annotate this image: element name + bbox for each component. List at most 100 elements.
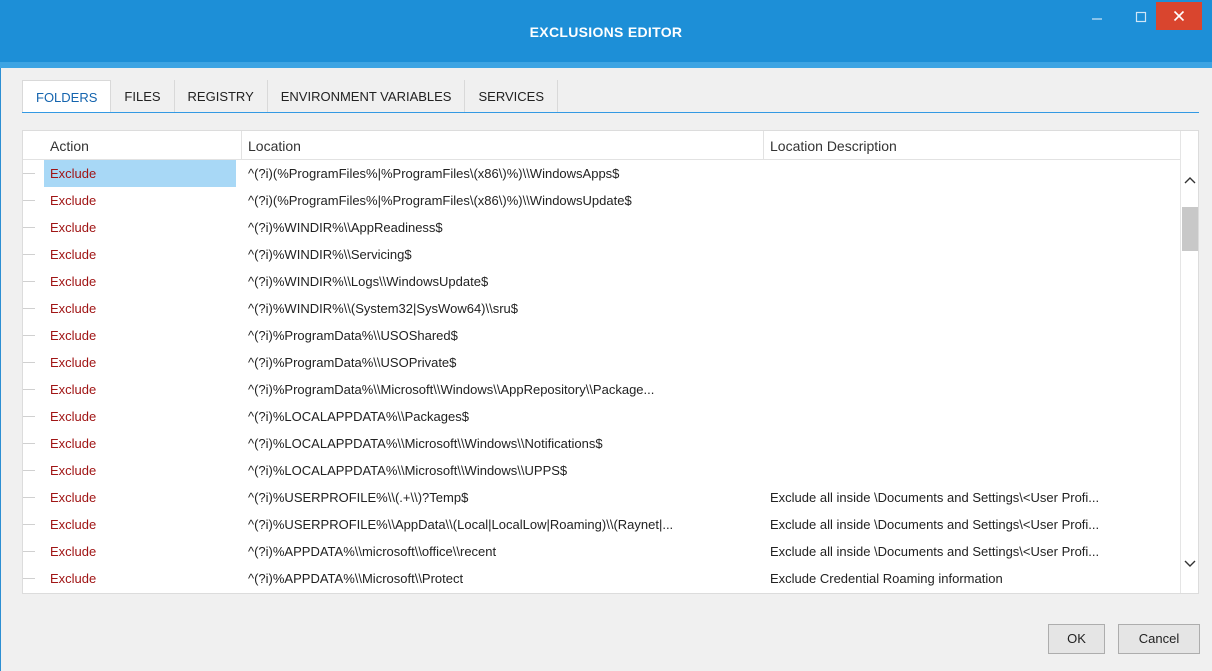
cell-action[interactable]: Exclude	[44, 349, 236, 376]
minimize-icon	[1092, 18, 1102, 20]
cell-location[interactable]: ^(?i)%USERPROFILE%\\AppData\\(Local|Loca…	[242, 511, 760, 538]
vertical-scrollbar[interactable]	[1180, 131, 1198, 593]
cancel-button[interactable]: Cancel	[1118, 624, 1200, 654]
table-row[interactable]: Exclude ^(?i)%ProgramData%\\USOShared$	[23, 322, 1180, 349]
cell-location-description[interactable]	[764, 214, 1178, 241]
cell-action[interactable]: Exclude	[44, 241, 236, 268]
close-icon	[1173, 10, 1185, 22]
cell-location-description[interactable]	[764, 295, 1178, 322]
tab-underline	[22, 112, 1199, 113]
row-gutter	[23, 416, 35, 417]
cell-location-description[interactable]	[764, 241, 1178, 268]
cell-action[interactable]: Exclude	[44, 160, 236, 187]
column-header-action[interactable]: Action	[44, 131, 242, 159]
cell-location-description[interactable]	[764, 349, 1178, 376]
scrollbar-thumb[interactable]	[1182, 207, 1198, 251]
row-gutter	[23, 335, 35, 336]
cell-location[interactable]: ^(?i)%ProgramData%\\Microsoft\\Windows\\…	[242, 376, 760, 403]
row-gutter	[23, 524, 35, 525]
cell-location-description[interactable]	[764, 430, 1178, 457]
cell-action[interactable]: Exclude	[44, 295, 236, 322]
table-row[interactable]: Exclude ^(?i)%ProgramData%\\USOPrivate$	[23, 349, 1180, 376]
chevron-down-icon[interactable]	[1184, 559, 1196, 569]
cell-location-description[interactable]: Exclude Credential Roaming information	[764, 565, 1178, 592]
cell-location-description[interactable]	[764, 376, 1178, 403]
cell-action[interactable]: Exclude	[44, 376, 236, 403]
table-row[interactable]: Exclude ^(?i)%LOCALAPPDATA%\\Packages$	[23, 403, 1180, 430]
cell-location[interactable]: ^(?i)%APPDATA%\\Microsoft\\Protect	[242, 565, 760, 592]
column-header-location[interactable]: Location	[242, 131, 764, 159]
cell-action[interactable]: Exclude	[44, 322, 236, 349]
column-header-location-description[interactable]: Location Description	[764, 131, 1180, 159]
cell-action[interactable]: Exclude	[44, 268, 236, 295]
table-row[interactable]: Exclude ^(?i)%WINDIR%\\Servicing$	[23, 241, 1180, 268]
cell-location[interactable]: ^(?i)(%ProgramFiles%|%ProgramFiles\(x86\…	[242, 160, 760, 187]
title-bar: EXCLUSIONS EDITOR	[0, 0, 1212, 62]
tab-environment-variables[interactable]: ENVIRONMENT VARIABLES	[267, 80, 466, 112]
window-title: EXCLUSIONS EDITOR	[529, 24, 683, 40]
cell-location-description[interactable]	[764, 268, 1178, 295]
cell-location[interactable]: ^(?i)%ProgramData%\\USOShared$	[242, 322, 760, 349]
cell-location[interactable]: ^(?i)%USERPROFILE%\\(.+\\)?Temp$	[242, 484, 760, 511]
table-row[interactable]: Exclude ^(?i)(%ProgramFiles%|%ProgramFile…	[23, 187, 1180, 214]
row-gutter	[23, 497, 35, 498]
grid-rows: Exclude ^(?i)(%ProgramFiles%|%ProgramFile…	[23, 160, 1180, 592]
cell-action[interactable]: Exclude	[44, 511, 236, 538]
title-accent-strip	[0, 62, 1212, 68]
cell-location-description[interactable]	[764, 403, 1178, 430]
table-row[interactable]: Exclude ^(?i)(%ProgramFiles%|%ProgramFile…	[23, 160, 1180, 187]
chevron-up-icon[interactable]	[1184, 175, 1196, 185]
minimize-button[interactable]	[1078, 2, 1116, 32]
cell-action[interactable]: Exclude	[44, 430, 236, 457]
row-gutter	[23, 200, 35, 201]
exclusions-grid: Action Location Location Description Exc…	[22, 130, 1199, 594]
table-row[interactable]: Exclude ^(?i)%APPDATA%\\Microsoft\\Protec…	[23, 565, 1180, 592]
cell-location[interactable]: ^(?i)%ProgramData%\\USOPrivate$	[242, 349, 760, 376]
tab-registry[interactable]: REGISTRY	[174, 80, 268, 112]
cell-location[interactable]: ^(?i)%LOCALAPPDATA%\\Microsoft\\Windows\…	[242, 457, 760, 484]
cell-location-description[interactable]	[764, 160, 1178, 187]
tab-folders[interactable]: FOLDERS	[22, 80, 112, 113]
cell-location[interactable]: ^(?i)%LOCALAPPDATA%\\Microsoft\\Windows\…	[242, 430, 760, 457]
cell-location-description[interactable]: Exclude all inside \Documents and Settin…	[764, 511, 1178, 538]
cell-location-description[interactable]	[764, 187, 1178, 214]
table-row[interactable]: Exclude ^(?i)%APPDATA%\\microsoft\\office…	[23, 538, 1180, 565]
cell-location[interactable]: ^(?i)%WINDIR%\\(System32|SysWow64)\\sru$	[242, 295, 760, 322]
tab-services[interactable]: SERVICES	[465, 80, 558, 112]
table-row[interactable]: Exclude ^(?i)%WINDIR%\\(System32|SysWow64…	[23, 295, 1180, 322]
cell-location[interactable]: ^(?i)%WINDIR%\\Logs\\WindowsUpdate$	[242, 268, 760, 295]
row-gutter	[23, 281, 35, 282]
cell-action[interactable]: Exclude	[44, 214, 236, 241]
window-left-border	[0, 68, 1, 671]
ok-button[interactable]: OK	[1048, 624, 1105, 654]
cell-location[interactable]: ^(?i)%APPDATA%\\microsoft\\office\\recen…	[242, 538, 760, 565]
cell-location[interactable]: ^(?i)%LOCALAPPDATA%\\Packages$	[242, 403, 760, 430]
cell-action[interactable]: Exclude	[44, 538, 236, 565]
row-gutter	[23, 470, 35, 471]
table-row[interactable]: Exclude ^(?i)%LOCALAPPDATA%\\Microsoft\\W…	[23, 457, 1180, 484]
cell-action[interactable]: Exclude	[44, 565, 236, 592]
table-row[interactable]: Exclude ^(?i)%USERPROFILE%\\AppData\\(Loc…	[23, 511, 1180, 538]
cell-action[interactable]: Exclude	[44, 187, 236, 214]
maximize-button[interactable]	[1124, 2, 1158, 32]
cell-location[interactable]: ^(?i)%WINDIR%\\Servicing$	[242, 241, 760, 268]
cell-location-description[interactable]: Exclude all inside \Documents and Settin…	[764, 538, 1178, 565]
table-row[interactable]: Exclude ^(?i)%USERPROFILE%\\(.+\\)?Temp$ E…	[23, 484, 1180, 511]
table-row[interactable]: Exclude ^(?i)%WINDIR%\\AppReadiness$	[23, 214, 1180, 241]
cell-action[interactable]: Exclude	[44, 457, 236, 484]
cell-location-description[interactable]	[764, 457, 1178, 484]
cell-action[interactable]: Exclude	[44, 403, 236, 430]
table-row[interactable]: Exclude ^(?i)%ProgramData%\\Microsoft\\Wi…	[23, 376, 1180, 403]
table-row[interactable]: Exclude ^(?i)%WINDIR%\\Logs\\WindowsUpdat…	[23, 268, 1180, 295]
row-gutter	[23, 389, 35, 390]
tab-files[interactable]: FILES	[111, 80, 175, 112]
cell-action[interactable]: Exclude	[44, 484, 236, 511]
cell-location[interactable]: ^(?i)%WINDIR%\\AppReadiness$	[242, 214, 760, 241]
row-gutter	[23, 362, 35, 363]
cell-location-description[interactable]	[764, 322, 1178, 349]
close-button[interactable]	[1156, 2, 1202, 30]
cell-location-description[interactable]: Exclude all inside \Documents and Settin…	[764, 484, 1178, 511]
cell-location[interactable]: ^(?i)(%ProgramFiles%|%ProgramFiles\(x86\…	[242, 187, 760, 214]
table-row[interactable]: Exclude ^(?i)%LOCALAPPDATA%\\Microsoft\\W…	[23, 430, 1180, 457]
row-gutter	[23, 308, 35, 309]
